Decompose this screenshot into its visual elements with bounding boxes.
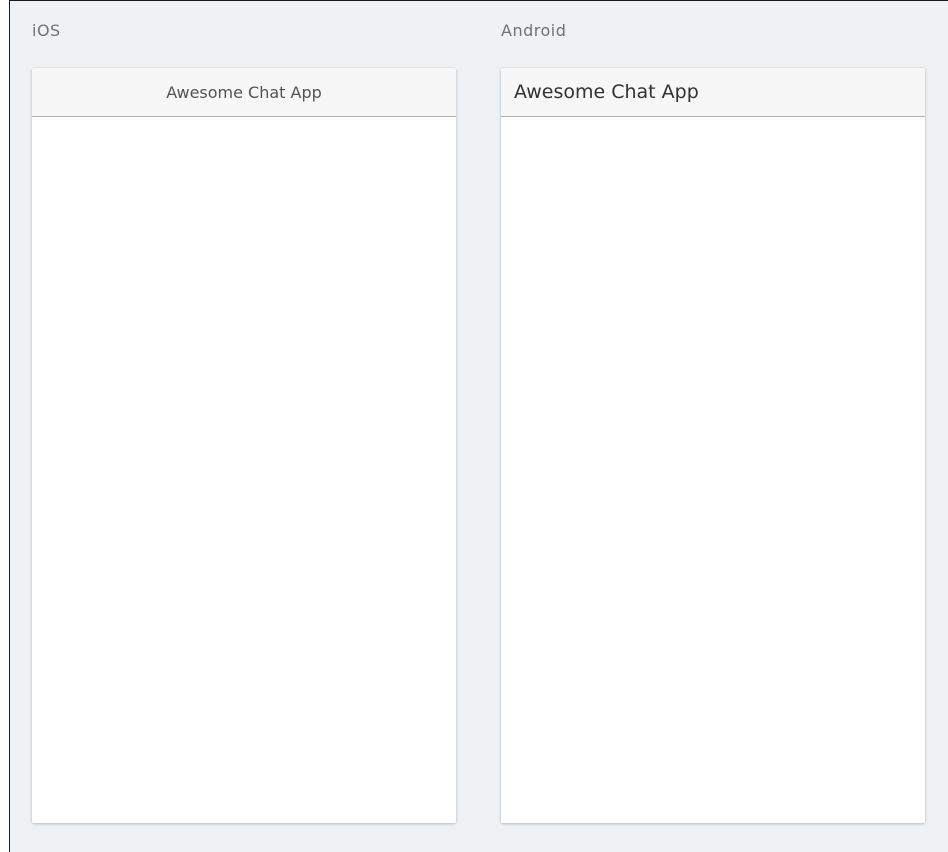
android-platform-label: Android	[501, 21, 567, 40]
android-toolbar-title: Awesome Chat App	[514, 81, 699, 103]
ios-screen-content	[32, 117, 456, 823]
android-screen-content	[501, 117, 925, 823]
preview-canvas: iOS Android Awesome Chat App Awesome Cha…	[9, 0, 948, 852]
ios-platform-label: iOS	[32, 21, 61, 40]
ios-nav-title: Awesome Chat App	[166, 82, 322, 102]
android-device-preview: Awesome Chat App	[501, 68, 925, 823]
android-toolbar: Awesome Chat App	[501, 68, 925, 117]
ios-navigation-bar: Awesome Chat App	[32, 68, 456, 117]
ios-device-preview: Awesome Chat App	[32, 68, 456, 823]
